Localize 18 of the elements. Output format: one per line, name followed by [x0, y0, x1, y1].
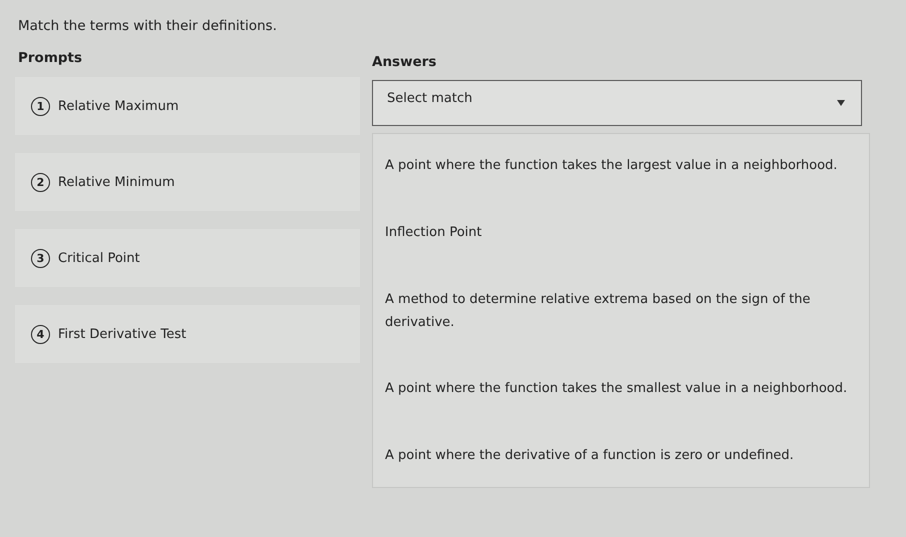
- match-select[interactable]: Select match: [372, 80, 862, 126]
- answer-option[interactable]: Inflection Point: [385, 220, 857, 244]
- answer-option[interactable]: A method to determine relative extrema based on the sign of the derivative.: [385, 288, 857, 334]
- prompt-number: 2: [31, 172, 50, 192]
- prompt-term: Critical Point: [58, 250, 140, 266]
- prompt-number: 4: [31, 324, 50, 344]
- prompt-term: Relative Minimum: [58, 174, 175, 190]
- prompt-number: 3: [31, 248, 50, 268]
- answers-heading: Answers: [372, 54, 438, 70]
- prompt-term: Relative Maximum: [58, 98, 179, 114]
- prompt-number: 1: [31, 96, 50, 116]
- prompt-term: First Derivative Test: [58, 326, 186, 342]
- answer-option[interactable]: A point where the function takes the smallest value in a neighborhood.: [385, 377, 857, 400]
- answer-option[interactable]: A point where the function takes the largest value in a neighborhood.: [385, 154, 857, 177]
- instruction-text: Match the terms with their definitions.: [18, 18, 278, 34]
- prompts-heading: Prompts: [18, 50, 84, 66]
- answer-option[interactable]: A point where the derivative of a function is zero or undefined.: [385, 444, 857, 467]
- caret-icon: [837, 100, 845, 106]
